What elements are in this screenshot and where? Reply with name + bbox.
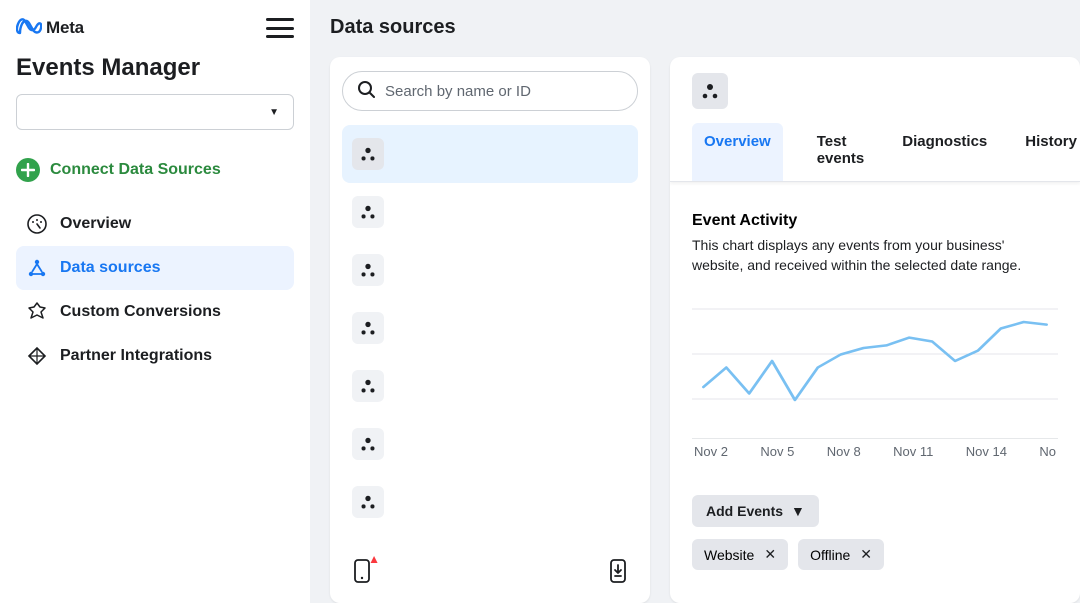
tabbar: Overview Test events Diagnostics History <box>670 123 1080 182</box>
pixel-icon <box>352 312 384 344</box>
tab-test-events[interactable]: Test events <box>813 123 869 181</box>
warning-badge-icon: ▲ <box>368 552 380 566</box>
pixel-icon <box>352 486 384 518</box>
pixel-icon <box>692 73 728 109</box>
sidebar-title: Events Manager <box>16 54 302 82</box>
caret-down-icon: ▼ <box>269 107 279 118</box>
connect-label: Connect Data Sources <box>50 161 221 179</box>
tag-label: Website <box>704 547 754 563</box>
add-events-button[interactable]: Add Events ▼ <box>692 495 819 527</box>
sidebar-top: Meta <box>16 16 302 40</box>
meta-logo-icon <box>16 17 42 40</box>
sidebar-item-label: Overview <box>60 215 131 233</box>
filter-tag-offline[interactable]: Offline ✕ <box>798 539 884 570</box>
sidebar-item-overview[interactable]: Overview <box>16 202 294 246</box>
star-badge-icon <box>26 301 48 323</box>
menu-toggle-icon[interactable] <box>266 16 294 40</box>
x-tick-label: Nov 2 <box>694 444 728 459</box>
filter-tags-row: Website ✕ Offline ✕ <box>692 539 1058 570</box>
filter-tag-website[interactable]: Website ✕ <box>692 539 788 570</box>
pixel-icon <box>352 370 384 402</box>
x-tick-label: Nov 5 <box>760 444 794 459</box>
mobile-device-icon[interactable]: ▲ <box>352 558 372 589</box>
data-source-item[interactable] <box>342 183 638 241</box>
puzzle-icon <box>26 345 48 367</box>
list-footer-toolbar: ▲ <box>342 554 638 589</box>
download-device-icon[interactable] <box>608 558 628 589</box>
detail-header <box>670 57 1080 123</box>
x-tick-label: No <box>1039 444 1056 459</box>
sidebar-item-data-sources[interactable]: Data sources <box>16 246 294 290</box>
meta-brand: Meta <box>16 17 84 40</box>
gauge-icon <box>26 213 48 235</box>
pixel-icon <box>352 196 384 228</box>
data-source-item[interactable] <box>342 357 638 415</box>
data-source-item[interactable] <box>342 473 638 531</box>
sidebar: Meta Events Manager ▼ Connect Data Sourc… <box>0 0 310 603</box>
x-tick-label: Nov 8 <box>827 444 861 459</box>
nodes-icon <box>26 257 48 279</box>
data-source-item[interactable] <box>342 125 638 183</box>
event-activity-chart: Nov 2 Nov 5 Nov 8 Nov 11 Nov 14 No <box>692 299 1058 469</box>
remove-tag-icon[interactable]: ✕ <box>860 546 872 563</box>
detail-body: Event Activity This chart displays any e… <box>670 182 1080 603</box>
pixel-icon <box>352 138 384 170</box>
x-tick-label: Nov 11 <box>893 444 933 459</box>
data-source-item[interactable] <box>342 241 638 299</box>
data-source-detail-panel: Overview Test events Diagnostics History Ev… <box>670 57 1080 603</box>
pixel-icon <box>352 428 384 460</box>
sidebar-item-custom-conversions[interactable]: Custom Conversions <box>16 290 294 334</box>
tag-label: Offline <box>810 547 850 563</box>
data-source-item[interactable] <box>342 299 638 357</box>
connect-data-sources-button[interactable]: Connect Data Sources <box>16 158 302 182</box>
plus-circle-icon <box>16 158 40 182</box>
tab-diagnostics[interactable]: Diagnostics <box>898 123 991 181</box>
search-input[interactable] <box>385 83 623 100</box>
data-source-list <box>342 125 638 531</box>
data-source-list-panel: ▲ <box>330 57 650 603</box>
main-area: Data sources ▲ <box>310 0 1080 603</box>
data-source-item[interactable] <box>342 415 638 473</box>
sidebar-item-label: Partner Integrations <box>60 347 212 365</box>
search-wrap <box>342 71 638 111</box>
sidebar-item-partner-integrations[interactable]: Partner Integrations <box>16 334 294 378</box>
tab-history[interactable]: History <box>1021 123 1080 181</box>
chip-row: Add Events ▼ <box>692 495 1058 527</box>
account-selector[interactable]: ▼ <box>16 94 294 130</box>
page-title: Data sources <box>330 16 1080 39</box>
pixel-icon <box>352 254 384 286</box>
sidebar-item-label: Data sources <box>60 259 161 277</box>
tab-overview[interactable]: Overview <box>692 123 783 181</box>
search-icon <box>357 80 375 103</box>
chart-x-axis: Nov 2 Nov 5 Nov 8 Nov 11 Nov 14 No <box>692 444 1058 459</box>
sidebar-item-label: Custom Conversions <box>60 303 221 321</box>
event-activity-description: This chart displays any events from your… <box>692 236 1058 275</box>
event-activity-title: Event Activity <box>692 212 1058 230</box>
add-events-label: Add Events <box>706 503 783 519</box>
remove-tag-icon[interactable]: ✕ <box>764 546 776 563</box>
panels: ▲ Overview Test events Diagnostics History … <box>330 57 1080 603</box>
caret-down-icon: ▼ <box>791 503 805 519</box>
x-tick-label: Nov 14 <box>966 444 1007 459</box>
brand-name: Meta <box>46 18 84 38</box>
